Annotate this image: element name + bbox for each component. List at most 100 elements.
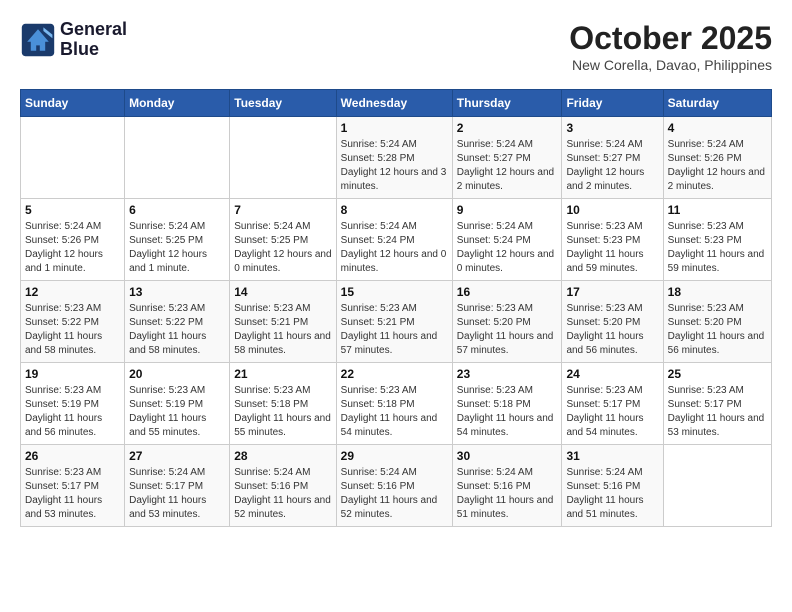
daylight-label: Daylight — [457, 331, 493, 342]
location-title: New Corella, Davao, Philippines — [569, 57, 772, 73]
daylight-label: Daylight — [129, 495, 165, 506]
day-cell: 2 Sunrise: 5:24 AM Sunset: 5:27 PM Dayli… — [452, 117, 562, 199]
sunset-text: Sunset: 5:17 PM — [668, 399, 742, 410]
sunrise-text: Sunrise: 5:23 AM — [668, 303, 744, 314]
day-cell: 15 Sunrise: 5:23 AM Sunset: 5:21 PM Dayl… — [336, 281, 452, 363]
day-cell: 11 Sunrise: 5:23 AM Sunset: 5:23 PM Dayl… — [663, 199, 771, 281]
sunrise-text: Sunrise: 5:24 AM — [566, 139, 642, 150]
day-info: Sunrise: 5:23 AM Sunset: 5:20 PM Dayligh… — [457, 302, 558, 358]
sunrise-text: Sunrise: 5:24 AM — [234, 221, 310, 232]
sunset-text: Sunset: 5:28 PM — [341, 153, 415, 164]
day-cell: 6 Sunrise: 5:24 AM Sunset: 5:25 PM Dayli… — [125, 199, 230, 281]
day-number: 15 — [341, 285, 448, 299]
daylight-label: Daylight — [457, 249, 493, 260]
weekday-tuesday: Tuesday — [230, 90, 336, 117]
day-info: Sunrise: 5:24 AM Sunset: 5:26 PM Dayligh… — [668, 138, 767, 194]
day-cell: 8 Sunrise: 5:24 AM Sunset: 5:24 PM Dayli… — [336, 199, 452, 281]
sunrise-text: Sunrise: 5:23 AM — [566, 303, 642, 314]
sunrise-text: Sunrise: 5:24 AM — [129, 221, 205, 232]
sunset-text: Sunset: 5:16 PM — [566, 481, 640, 492]
day-cell: 5 Sunrise: 5:24 AM Sunset: 5:26 PM Dayli… — [21, 199, 125, 281]
day-info: Sunrise: 5:24 AM Sunset: 5:16 PM Dayligh… — [234, 466, 331, 522]
day-cell — [125, 117, 230, 199]
day-number: 11 — [668, 203, 767, 217]
week-row-5: 26 Sunrise: 5:23 AM Sunset: 5:17 PM Dayl… — [21, 445, 772, 527]
sunrise-text: Sunrise: 5:24 AM — [341, 221, 417, 232]
day-cell: 20 Sunrise: 5:23 AM Sunset: 5:19 PM Dayl… — [125, 363, 230, 445]
sunset-text: Sunset: 5:18 PM — [234, 399, 308, 410]
day-number: 5 — [25, 203, 120, 217]
day-info: Sunrise: 5:23 AM Sunset: 5:18 PM Dayligh… — [234, 384, 331, 440]
day-info: Sunrise: 5:24 AM Sunset: 5:27 PM Dayligh… — [566, 138, 658, 194]
weekday-saturday: Saturday — [663, 90, 771, 117]
daylight-label: Daylight — [341, 495, 377, 506]
daylight-label: Daylight — [457, 495, 493, 506]
day-number: 26 — [25, 449, 120, 463]
day-info: Sunrise: 5:23 AM Sunset: 5:23 PM Dayligh… — [566, 220, 658, 276]
day-info: Sunrise: 5:23 AM Sunset: 5:17 PM Dayligh… — [566, 384, 658, 440]
daylight-label: Daylight — [668, 249, 704, 260]
day-info: Sunrise: 5:24 AM Sunset: 5:28 PM Dayligh… — [341, 138, 448, 194]
day-number: 17 — [566, 285, 658, 299]
day-info: Sunrise: 5:23 AM Sunset: 5:23 PM Dayligh… — [668, 220, 767, 276]
sunset-text: Sunset: 5:17 PM — [566, 399, 640, 410]
sunrise-text: Sunrise: 5:23 AM — [566, 385, 642, 396]
week-row-2: 5 Sunrise: 5:24 AM Sunset: 5:26 PM Dayli… — [21, 199, 772, 281]
sunrise-text: Sunrise: 5:24 AM — [457, 467, 533, 478]
daylight-label: Daylight — [341, 249, 377, 260]
day-info: Sunrise: 5:24 AM Sunset: 5:17 PM Dayligh… — [129, 466, 225, 522]
day-number: 13 — [129, 285, 225, 299]
daylight-label: Daylight — [668, 331, 704, 342]
daylight-label: Daylight — [25, 495, 61, 506]
daylight-label: Daylight — [341, 413, 377, 424]
sunset-text: Sunset: 5:23 PM — [566, 235, 640, 246]
sunrise-text: Sunrise: 5:23 AM — [25, 303, 101, 314]
daylight-label: Daylight — [25, 413, 61, 424]
week-row-3: 12 Sunrise: 5:23 AM Sunset: 5:22 PM Dayl… — [21, 281, 772, 363]
sunrise-text: Sunrise: 5:24 AM — [668, 139, 744, 150]
day-number: 19 — [25, 367, 120, 381]
day-number: 29 — [341, 449, 448, 463]
day-number: 14 — [234, 285, 331, 299]
sunrise-text: Sunrise: 5:24 AM — [341, 467, 417, 478]
logo-icon — [20, 22, 56, 58]
sunset-text: Sunset: 5:19 PM — [25, 399, 99, 410]
day-info: Sunrise: 5:24 AM Sunset: 5:16 PM Dayligh… — [566, 466, 658, 522]
weekday-thursday: Thursday — [452, 90, 562, 117]
day-number: 8 — [341, 203, 448, 217]
sunset-text: Sunset: 5:26 PM — [25, 235, 99, 246]
sunrise-text: Sunrise: 5:24 AM — [341, 139, 417, 150]
day-cell: 19 Sunrise: 5:23 AM Sunset: 5:19 PM Dayl… — [21, 363, 125, 445]
weekday-friday: Friday — [562, 90, 663, 117]
sunrise-text: Sunrise: 5:23 AM — [129, 303, 205, 314]
daylight-label: Daylight — [341, 167, 377, 178]
sunset-text: Sunset: 5:18 PM — [457, 399, 531, 410]
day-info: Sunrise: 5:24 AM Sunset: 5:25 PM Dayligh… — [234, 220, 331, 276]
day-cell: 17 Sunrise: 5:23 AM Sunset: 5:20 PM Dayl… — [562, 281, 663, 363]
day-info: Sunrise: 5:24 AM Sunset: 5:16 PM Dayligh… — [341, 466, 448, 522]
sunset-text: Sunset: 5:27 PM — [566, 153, 640, 164]
day-cell: 12 Sunrise: 5:23 AM Sunset: 5:22 PM Dayl… — [21, 281, 125, 363]
sunrise-text: Sunrise: 5:23 AM — [341, 385, 417, 396]
sunset-text: Sunset: 5:20 PM — [566, 317, 640, 328]
day-cell: 7 Sunrise: 5:24 AM Sunset: 5:25 PM Dayli… — [230, 199, 336, 281]
weekday-sunday: Sunday — [21, 90, 125, 117]
sunset-text: Sunset: 5:22 PM — [25, 317, 99, 328]
day-info: Sunrise: 5:23 AM Sunset: 5:19 PM Dayligh… — [129, 384, 225, 440]
day-cell: 3 Sunrise: 5:24 AM Sunset: 5:27 PM Dayli… — [562, 117, 663, 199]
daylight-label: Daylight — [25, 249, 61, 260]
day-info: Sunrise: 5:23 AM Sunset: 5:17 PM Dayligh… — [25, 466, 120, 522]
day-number: 27 — [129, 449, 225, 463]
day-info: Sunrise: 5:24 AM Sunset: 5:27 PM Dayligh… — [457, 138, 558, 194]
day-number: 1 — [341, 121, 448, 135]
day-number: 6 — [129, 203, 225, 217]
sunrise-text: Sunrise: 5:23 AM — [341, 303, 417, 314]
sunset-text: Sunset: 5:25 PM — [234, 235, 308, 246]
day-cell: 14 Sunrise: 5:23 AM Sunset: 5:21 PM Dayl… — [230, 281, 336, 363]
sunrise-text: Sunrise: 5:23 AM — [566, 221, 642, 232]
sunrise-text: Sunrise: 5:24 AM — [129, 467, 205, 478]
day-info: Sunrise: 5:24 AM Sunset: 5:16 PM Dayligh… — [457, 466, 558, 522]
sunrise-text: Sunrise: 5:23 AM — [668, 385, 744, 396]
daylight-label: Daylight — [566, 167, 602, 178]
daylight-label: Daylight — [457, 413, 493, 424]
